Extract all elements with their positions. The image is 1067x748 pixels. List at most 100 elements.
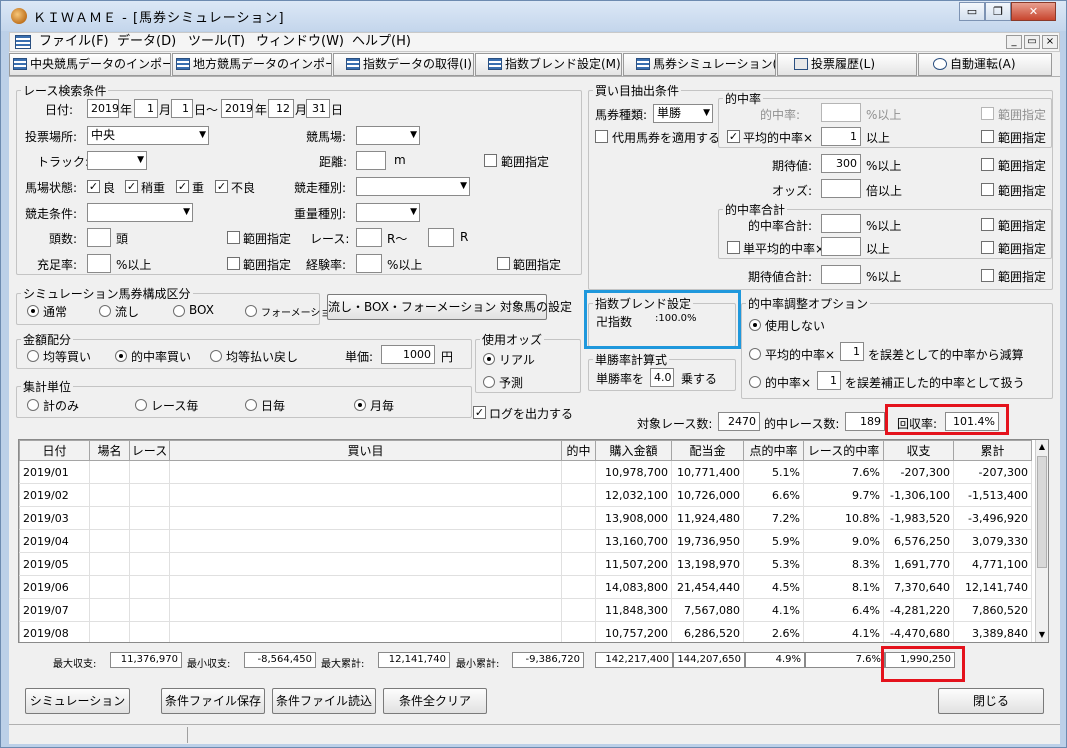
hit-range-checkbox[interactable]	[981, 107, 994, 120]
adjust-none-radio[interactable]	[749, 319, 761, 331]
target-horse-settings-button[interactable]: 流し・BOX・フォーメーション 対象馬の設定	[327, 294, 572, 320]
end-month-field[interactable]: 12	[268, 99, 294, 118]
agg-total-radio[interactable]	[27, 399, 39, 411]
race-to-field[interactable]	[428, 228, 454, 247]
table-row[interactable]: 2019/08 10,757,200 6,286,520 2.6% 4.1% -4,470…	[19, 621, 1032, 642]
race-condition-select[interactable]	[87, 203, 193, 222]
condition-bad-checkbox[interactable]: ✓	[215, 180, 228, 193]
condition-good-checkbox[interactable]: ✓	[87, 180, 100, 193]
hit-rate-field[interactable]	[821, 103, 861, 122]
scroll-up-icon[interactable]: ▲	[1036, 440, 1048, 454]
mdi-restore-button[interactable]: ▭	[1024, 35, 1040, 49]
fill-rate-field[interactable]	[87, 254, 111, 273]
col-profit[interactable]: 収支	[883, 440, 954, 461]
hit-total-range-checkbox[interactable]	[981, 218, 994, 231]
mdi-minimize-button[interactable]: _	[1006, 35, 1022, 49]
adjust-subtract-field[interactable]: 1	[840, 342, 864, 361]
expected-total-range-checkbox[interactable]	[981, 269, 994, 282]
unit-price-field[interactable]: 1000	[381, 345, 435, 364]
menu-window[interactable]: ウィンドウ(W)	[256, 33, 344, 51]
table-row[interactable]: 2019/05 11,507,200 13,198,970 5.3% 8.3% 1,691…	[19, 552, 1032, 576]
experience-rate-field[interactable]	[356, 254, 382, 273]
race-from-field[interactable]	[356, 228, 382, 247]
auto-run-button[interactable]: 自動運転(A)	[918, 53, 1052, 76]
expected-value-field[interactable]: 300	[821, 154, 861, 173]
single-avg-checkbox[interactable]	[727, 241, 740, 254]
bet-history-button[interactable]: 投票履歴(L)	[777, 53, 917, 76]
start-year-field[interactable]: 2019	[87, 99, 119, 118]
import-local-button[interactable]: 地方競馬データのインポート(N)	[172, 53, 332, 76]
simulate-button[interactable]: シミュレーション	[25, 688, 130, 714]
sim-box-radio[interactable]	[173, 305, 185, 317]
ticket-simulation-button[interactable]: 馬券シミュレーション(B)	[623, 53, 776, 76]
menu-data[interactable]: データ(D)	[117, 33, 176, 51]
col-cumulative[interactable]: 累計	[953, 440, 1032, 461]
hit-total-field[interactable]	[821, 214, 861, 233]
col-purchase[interactable]: 購入金額	[595, 440, 672, 461]
track-select[interactable]	[87, 151, 147, 170]
fetch-index-button[interactable]: 指数データの取得(I)	[333, 53, 474, 76]
end-day-field[interactable]: 31	[306, 99, 330, 118]
distance-range-checkbox[interactable]	[484, 154, 497, 167]
maximize-button[interactable]: ❐	[985, 2, 1011, 21]
runners-range-checkbox[interactable]	[227, 231, 240, 244]
distance-field[interactable]	[356, 151, 386, 170]
equal-payout-radio[interactable]	[210, 350, 222, 362]
output-log-checkbox[interactable]: ✓	[473, 406, 486, 419]
race-type-select[interactable]	[356, 177, 470, 196]
avg-hit-checkbox[interactable]: ✓	[727, 130, 740, 143]
expected-total-field[interactable]	[821, 265, 861, 284]
sim-nagashi-radio[interactable]	[99, 305, 111, 317]
col-point-hit-rate[interactable]: 点的中率	[743, 440, 804, 461]
odds-forecast-radio[interactable]	[483, 376, 495, 388]
menu-file[interactable]: ファイル(F)	[39, 33, 109, 51]
adjust-correct-field[interactable]: 1	[817, 371, 841, 390]
col-bet[interactable]: 買い目	[169, 440, 562, 461]
table-row[interactable]: 2019/04 13,160,700 19,736,950 5.9% 9.0% 6,576…	[19, 529, 1032, 553]
save-conditions-button[interactable]: 条件ファイル保存	[161, 688, 265, 714]
end-year-field[interactable]: 2019	[221, 99, 253, 118]
results-table[interactable]: 日付 場名 レース 買い目 的中 購入金額 配当金 点的中率 レース的中率 収支…	[18, 439, 1049, 643]
start-month-field[interactable]: 1	[134, 99, 158, 118]
table-row[interactable]: 2019/01 10,978,700 10,771,400 5.1% 7.6% -207,…	[19, 460, 1032, 484]
agg-day-radio[interactable]	[245, 399, 257, 411]
mdi-close-button[interactable]: ×	[1042, 35, 1058, 49]
weight-type-select[interactable]	[356, 203, 420, 222]
menu-help[interactable]: ヘルプ(H)	[352, 33, 411, 51]
col-date[interactable]: 日付	[19, 440, 90, 461]
close-window-button[interactable]: ✕	[1011, 2, 1056, 21]
condition-slightly-heavy-checkbox[interactable]: ✓	[125, 180, 138, 193]
venue-select[interactable]: 中央	[87, 126, 209, 145]
avg-hit-range-checkbox[interactable]	[981, 130, 994, 143]
experience-range-checkbox[interactable]	[497, 257, 510, 270]
menu-tools[interactable]: ツール(T)	[188, 33, 245, 51]
scroll-thumb[interactable]	[1037, 456, 1047, 568]
single-avg-field[interactable]	[821, 237, 861, 256]
table-scrollbar[interactable]: ▲ ▼	[1035, 440, 1048, 642]
blend-settings-button[interactable]: 指数ブレンド設定(M)	[475, 53, 622, 76]
table-row[interactable]: 2019/02 12,032,100 10,726,000 6.6% 9.7% -1,30…	[19, 483, 1032, 507]
single-avg-range-checkbox[interactable]	[981, 241, 994, 254]
hit-rate-buy-radio[interactable]	[115, 350, 127, 362]
close-button[interactable]: 閉じる	[938, 688, 1044, 714]
substitute-checkbox[interactable]	[595, 130, 608, 143]
racecourse-select[interactable]	[356, 126, 420, 145]
equal-buy-radio[interactable]	[27, 350, 39, 362]
table-row[interactable]: 2019/03 13,908,000 11,924,480 7.2% 10.8% -1,9…	[19, 506, 1032, 530]
scroll-down-icon[interactable]: ▼	[1036, 628, 1048, 642]
ticket-type-select[interactable]: 単勝	[653, 104, 713, 123]
col-race[interactable]: レース	[129, 440, 170, 461]
clear-conditions-button[interactable]: 条件全クリア	[383, 688, 487, 714]
runners-field[interactable]	[87, 228, 111, 247]
col-payout[interactable]: 配当金	[671, 440, 744, 461]
minimize-button[interactable]: ▭	[959, 2, 985, 21]
start-day-field[interactable]: 1	[171, 99, 193, 118]
adjust-correct-radio[interactable]	[749, 376, 761, 388]
expected-range-checkbox[interactable]	[981, 158, 994, 171]
condition-heavy-checkbox[interactable]: ✓	[176, 180, 189, 193]
sim-normal-radio[interactable]	[27, 305, 39, 317]
win-rate-exponent-field[interactable]: 4.0	[650, 368, 674, 387]
avg-hit-field[interactable]: 1	[821, 127, 861, 146]
odds-real-radio[interactable]	[483, 353, 495, 365]
odds-range-checkbox[interactable]	[981, 183, 994, 196]
